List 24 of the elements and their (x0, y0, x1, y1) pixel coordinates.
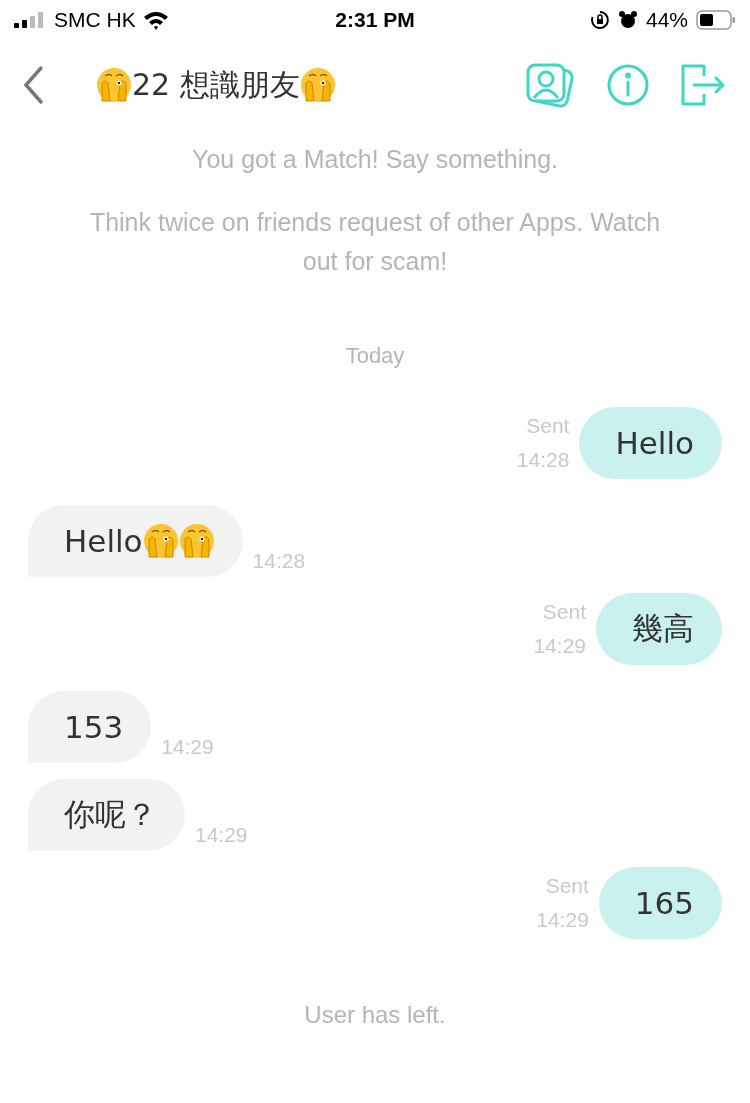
leave-button[interactable] (680, 63, 726, 107)
battery-percent: 44% (645, 8, 688, 32)
chat-title: 22 想識朋友 (132, 65, 300, 104)
hiding-face-icon (299, 67, 336, 103)
message-text: 153 (64, 709, 124, 745)
date-divider: Today (344, 343, 406, 369)
hiding-face-icon (96, 67, 132, 103)
message-text: 幾高 (632, 609, 694, 648)
system-notice: You got a Match! Say something. (192, 144, 558, 175)
rotation-lock-icon (589, 10, 610, 30)
hiding-face-icon (178, 523, 215, 559)
profile-cards-button[interactable] (524, 62, 576, 108)
message-text: Hello (615, 425, 694, 461)
system-notice: Think twice on friends request of other Apps. Watch out for scam! (88, 207, 662, 277)
message-text: 你呢？ (64, 795, 157, 834)
carrier-name: SMC HK (54, 8, 136, 32)
system-notice: User has left. (303, 1001, 447, 1029)
message-text: 165 (634, 885, 694, 921)
alarm-icon (617, 10, 638, 30)
message-text: Hello (64, 523, 143, 559)
battery-icon (696, 10, 736, 30)
hiding-face-icon (142, 523, 179, 559)
clock: 2:31 PM (335, 8, 415, 32)
info-button[interactable] (606, 63, 650, 107)
